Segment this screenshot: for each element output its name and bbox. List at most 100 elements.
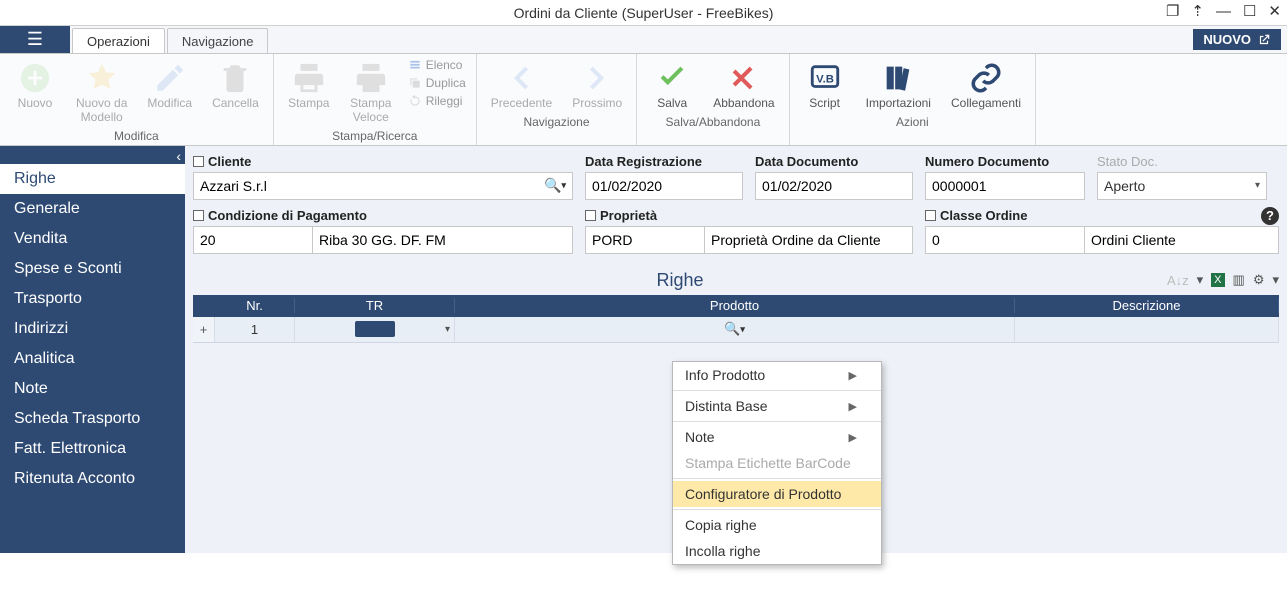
cliente-input[interactable]: 🔍▾ xyxy=(193,172,573,200)
svg-text:V.B: V.B xyxy=(816,73,834,85)
collegamenti-button[interactable]: Collegamenti xyxy=(947,58,1025,113)
cliente-value[interactable] xyxy=(200,178,544,194)
tab-navigazione[interactable]: Navigazione xyxy=(167,28,269,53)
minimize-icon[interactable]: — xyxy=(1216,3,1231,20)
col-header-tr[interactable]: TR xyxy=(295,298,455,313)
table-row[interactable]: + 1 ▾ 🔍▾ xyxy=(193,317,1279,343)
group-label-navigazione: Navigazione xyxy=(523,115,589,129)
importazioni-button[interactable]: Importazioni xyxy=(862,58,935,113)
script-icon: V.B xyxy=(808,61,842,95)
hamburger-menu-icon[interactable]: ☰ xyxy=(0,26,70,53)
sidebar-item-ritenuta-acconto[interactable]: Ritenuta Acconto xyxy=(0,464,185,494)
data-reg-label: Data Registrazione xyxy=(585,154,702,169)
cond-pag-desc-input[interactable] xyxy=(313,226,573,254)
data-doc-value[interactable] xyxy=(762,178,943,194)
ctx-incolla-righe[interactable]: Incolla righe xyxy=(673,538,881,564)
group-label-salva: Salva/Abbandona xyxy=(666,115,761,129)
cell-descrizione[interactable] xyxy=(1015,317,1279,342)
sidebar: ‹ Righe Generale Vendita Spese e Sconti … xyxy=(0,146,185,553)
cond-pag-label: Condizione di Pagamento xyxy=(208,208,367,223)
tab-operazioni[interactable]: Operazioni xyxy=(72,28,165,53)
add-row-button[interactable]: + xyxy=(193,317,215,342)
classe-desc-input[interactable] xyxy=(1085,226,1279,254)
duplica-button[interactable]: Duplica xyxy=(408,76,466,90)
stato-select[interactable]: Aperto ▾ xyxy=(1097,172,1267,200)
pin-window-icon[interactable]: ⇡ xyxy=(1191,2,1204,20)
col-header-nr[interactable]: Nr. xyxy=(215,298,295,313)
gear-icon[interactable]: ⚙ xyxy=(1253,272,1265,288)
classe-desc[interactable] xyxy=(1091,232,1272,248)
nuovo-da-modello-button[interactable]: Nuovo da Modello xyxy=(72,58,131,127)
close-icon[interactable]: ✕ xyxy=(1268,2,1281,20)
tr-chip xyxy=(355,321,395,337)
chevron-down-icon[interactable]: ▾ xyxy=(1272,272,1279,288)
checkbox-icon xyxy=(925,210,936,221)
sidebar-item-indirizzi[interactable]: Indirizzi xyxy=(0,314,185,344)
script-button[interactable]: V.B Script xyxy=(800,58,850,113)
sidebar-item-vendita[interactable]: Vendita xyxy=(0,224,185,254)
sidebar-item-fatt-elettronica[interactable]: Fatt. Elettronica xyxy=(0,434,185,464)
ctx-configuratore-prodotto[interactable]: Configuratore di Prodotto xyxy=(673,481,881,507)
printer-icon xyxy=(292,61,326,95)
abbandona-button[interactable]: Abbandona xyxy=(709,58,778,113)
cell-tr[interactable]: ▾ xyxy=(295,317,455,342)
data-reg-input[interactable]: 📅 xyxy=(585,172,743,200)
ctx-note[interactable]: Note▶ xyxy=(673,424,881,450)
sort-az-icon[interactable]: A↓z xyxy=(1167,273,1189,288)
sidebar-item-note[interactable]: Note xyxy=(0,374,185,404)
sidebar-item-generale[interactable]: Generale xyxy=(0,194,185,224)
num-doc-value[interactable] xyxy=(932,178,1113,194)
lookup-icon[interactable]: 🔍▾ xyxy=(544,177,566,194)
group-label-azioni: Azioni xyxy=(896,115,929,129)
classe-code-input[interactable]: 🔍▾ xyxy=(925,226,1085,254)
chevron-right-icon: ▶ xyxy=(849,400,857,413)
precedente-button[interactable]: Precedente xyxy=(487,58,556,113)
sidebar-item-spese-sconti[interactable]: Spese e Sconti xyxy=(0,254,185,284)
proprieta-desc-input[interactable] xyxy=(705,226,913,254)
cond-pag-code-input[interactable]: 🔍▾ xyxy=(193,226,313,254)
cell-prodotto[interactable]: 🔍▾ xyxy=(455,317,1015,342)
collapse-sidebar-icon[interactable]: ‹ xyxy=(176,148,181,164)
help-icon[interactable]: ? xyxy=(1261,207,1279,225)
cancella-button[interactable]: Cancella xyxy=(208,58,263,113)
sidebar-item-trasporto[interactable]: Trasporto xyxy=(0,284,185,314)
lookup-icon[interactable]: 🔍▾ xyxy=(724,321,745,337)
nuovo-button[interactable]: NUOVO xyxy=(1193,29,1281,50)
filter-icon[interactable]: ▾ xyxy=(1197,272,1204,288)
sidebar-item-analitica[interactable]: Analitica xyxy=(0,344,185,374)
maximize-icon[interactable]: ☐ xyxy=(1243,2,1256,20)
titlebar: Ordini da Cliente (SuperUser - FreeBikes… xyxy=(0,0,1287,26)
ctx-distinta-base[interactable]: Distinta Base▶ xyxy=(673,393,881,419)
ctx-copia-righe[interactable]: Copia righe xyxy=(673,512,881,538)
export-excel-icon[interactable]: X xyxy=(1211,273,1224,287)
proprieta-code-input[interactable]: 🔍▾ xyxy=(585,226,705,254)
elenco-button[interactable]: Elenco xyxy=(408,58,466,72)
data-doc-input[interactable]: 📅 xyxy=(755,172,913,200)
data-reg-value[interactable] xyxy=(592,178,773,194)
prossimo-button[interactable]: Prossimo xyxy=(568,58,626,113)
x-icon xyxy=(727,61,761,95)
chevron-down-icon[interactable]: ▾ xyxy=(445,324,450,335)
chevron-down-icon[interactable]: ▾ xyxy=(1255,180,1260,191)
copy-icon xyxy=(408,76,422,90)
proprieta-desc[interactable] xyxy=(711,232,906,248)
sidebar-item-scheda-trasporto[interactable]: Scheda Trasporto xyxy=(0,404,185,434)
cell-nr[interactable]: 1 xyxy=(215,317,295,342)
modifica-button[interactable]: Modifica xyxy=(143,58,196,113)
ribbon-toolbar: Nuovo Nuovo da Modello Modifica Cancella… xyxy=(0,54,1287,146)
rileggi-button[interactable]: Rileggi xyxy=(408,94,466,108)
col-header-descrizione[interactable]: Descrizione xyxy=(1015,298,1279,313)
star-icon xyxy=(85,61,119,95)
salva-button[interactable]: Salva xyxy=(647,58,697,113)
nuovo-toolbar-button[interactable]: Nuovo xyxy=(10,58,60,113)
check-icon xyxy=(655,61,689,95)
clone-window-icon[interactable]: ❐ xyxy=(1166,2,1179,20)
num-doc-input[interactable] xyxy=(925,172,1085,200)
sidebar-item-righe[interactable]: Righe xyxy=(0,164,185,194)
col-header-prodotto[interactable]: Prodotto xyxy=(455,298,1015,313)
cond-pag-desc[interactable] xyxy=(319,232,566,248)
stampa-veloce-button[interactable]: Stampa Veloce xyxy=(346,58,396,127)
columns-icon[interactable]: ▥ xyxy=(1233,272,1245,288)
ctx-info-prodotto[interactable]: Info Prodotto▶ xyxy=(673,362,881,388)
stampa-button[interactable]: Stampa xyxy=(284,58,334,113)
